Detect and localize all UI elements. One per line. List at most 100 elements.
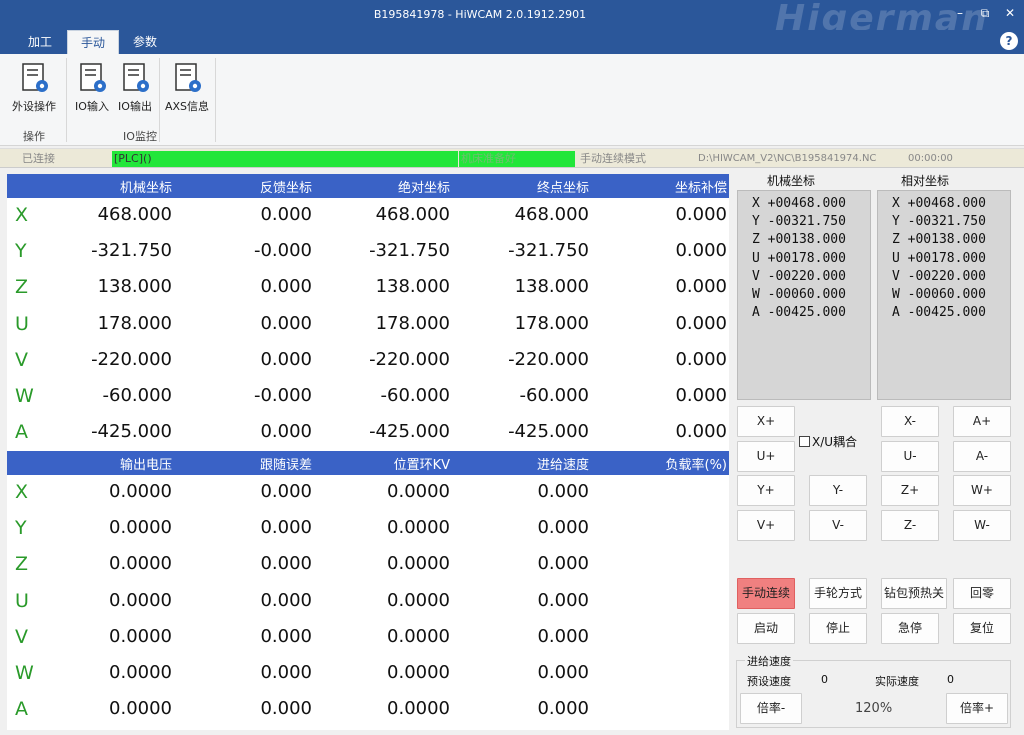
cell-value: -60.000	[519, 385, 589, 406]
file-path: D:\HIWCAM_V2\NC\B195841974.NC	[698, 153, 877, 164]
handwheel-button[interactable]: 手轮方式	[809, 578, 867, 609]
axs-info-label: AXS信息	[164, 100, 210, 113]
cell-value: 468.000	[514, 204, 589, 225]
axis-label: U	[15, 589, 29, 612]
device-ops-button[interactable]: 外设操作	[6, 60, 62, 120]
start-button[interactable]: 启动	[737, 613, 795, 644]
cell-value: 138.000	[514, 276, 589, 298]
jog-w-minus-button[interactable]: W-	[953, 510, 1011, 541]
servo-row: W 0.0000 0.000 0.0000 0.000	[7, 656, 729, 692]
servo-row: Y 0.0000 0.000 0.0000 0.000	[7, 511, 729, 547]
feed-speed-title: 进给速度	[745, 653, 793, 669]
cell-value: -60.000	[380, 385, 450, 406]
jog-a-minus-button[interactable]: A-	[953, 441, 1011, 472]
axs-info-button[interactable]: AXS信息	[163, 60, 211, 120]
header-machine-coord: 机械坐标	[119, 181, 172, 196]
relative-coord-line: X +00468.000	[892, 196, 986, 211]
tab-machining[interactable]: 加工	[15, 30, 65, 54]
jog-u-plus-button[interactable]: U+	[737, 441, 795, 472]
axis-label: V	[15, 625, 28, 648]
header-following-error: 跟随误差	[259, 458, 312, 473]
cell-value: 0.000	[260, 589, 312, 611]
minimize-button[interactable]: –	[950, 4, 970, 22]
ribbon-separator	[66, 58, 67, 142]
restore-button[interactable]: ⧉	[975, 4, 995, 22]
actual-speed-value: 0	[947, 673, 954, 686]
tab-parameters[interactable]: 参数	[120, 30, 170, 54]
cell-value: -0.000	[253, 240, 312, 262]
rate-plus-button[interactable]: 倍率+	[946, 693, 1008, 724]
cell-value: 0.0000	[109, 625, 172, 647]
jog-w-plus-button[interactable]: W+	[953, 475, 1011, 506]
ribbon-group-operate: 操作	[23, 130, 45, 143]
cell-value: 0.000	[260, 421, 312, 443]
relative-coord-line: Z +00138.000	[892, 232, 986, 248]
cell-value: -0.000	[253, 385, 312, 406]
relative-coord-line: Y -00321.750	[892, 214, 986, 230]
jog-z-minus-button[interactable]: Z-	[881, 510, 939, 541]
servo-row: Z 0.0000 0.000 0.0000 0.000	[7, 547, 729, 583]
xu-couple-label: X/U耦合	[812, 435, 858, 449]
io-input-label: IO输入	[75, 100, 109, 113]
cell-value: 178.000	[375, 312, 450, 334]
cell-value: 0.0000	[109, 662, 172, 683]
jog-u-minus-button[interactable]: U-	[881, 441, 939, 472]
ribbon-group-io-monitor: IO监控	[123, 130, 157, 143]
rate-value: 120%	[855, 701, 893, 716]
axis-label: Y	[15, 517, 27, 540]
machine-coord-line: W -00060.000	[752, 286, 846, 302]
axis-label: Y	[15, 240, 27, 263]
cell-value: -220.000	[91, 348, 172, 370]
io-input-button[interactable]: IO输入	[72, 60, 112, 120]
jog-v-minus-button[interactable]: V-	[809, 510, 867, 541]
drill-preheat-button[interactable]: 钻包预热关	[881, 578, 947, 609]
cell-value: 0.000	[260, 348, 312, 370]
xu-couple-checkbox[interactable]: X/U耦合	[799, 433, 857, 450]
servo-row: A 0.0000 0.000 0.0000 0.000	[7, 692, 729, 728]
estop-button[interactable]: 急停	[881, 613, 939, 644]
servo-row: V 0.0000 0.000 0.0000 0.000	[7, 620, 729, 656]
home-button[interactable]: 回零	[953, 578, 1011, 609]
jog-y-minus-button[interactable]: Y-	[809, 475, 867, 506]
relative-coords-title: 相对坐标	[901, 174, 950, 188]
preset-speed-label: 预设速度	[747, 675, 791, 688]
cell-value: -220.000	[369, 348, 450, 370]
cell-value: -60.000	[102, 385, 172, 406]
header-output-voltage: 输出电压	[119, 458, 172, 473]
machine-coord-line: X +00468.000	[752, 196, 846, 211]
tab-manual[interactable]: 手动	[67, 30, 119, 54]
rate-minus-button[interactable]: 倍率-	[740, 693, 802, 724]
jog-y-plus-button[interactable]: Y+	[737, 475, 795, 506]
jog-a-plus-button[interactable]: A+	[953, 406, 1011, 437]
cell-value: -321.750	[91, 240, 172, 262]
reset-button[interactable]: 复位	[953, 613, 1011, 644]
axis-data-panel: 机械坐标 反馈坐标 绝对坐标 终点坐标 坐标补偿 X 468.000 0.000 46…	[7, 174, 729, 730]
machine-coord-line: U +00178.000	[752, 250, 846, 266]
manual-continuous-button[interactable]: 手动连续	[737, 578, 795, 609]
cell-value: 0.000	[675, 348, 727, 370]
cell-value: 178.000	[97, 312, 172, 334]
header-end-coord: 终点坐标	[536, 181, 589, 196]
control-panel: 机械坐标 相对坐标 X +00468.000 Y -00321.750 Z +0…	[733, 170, 1019, 732]
jog-x-plus-button[interactable]: X+	[737, 406, 795, 437]
title-bar: B195841978 - HiWCAM 2.0.1912.2901 Higerm…	[0, 0, 1024, 39]
help-icon[interactable]: ?	[1000, 32, 1018, 50]
coords-row: Y -321.750 -0.000 -321.750 -321.750 0.000	[7, 234, 729, 270]
coords-row: Z 138.000 0.000 138.000 138.000 0.000	[7, 270, 729, 306]
cell-value: 0.0000	[109, 553, 172, 575]
axis-label: X	[15, 481, 29, 503]
header-feedback-coord: 反馈坐标	[259, 181, 312, 196]
stop-button[interactable]: 停止	[809, 613, 867, 644]
io-output-button[interactable]: IO输出	[114, 60, 156, 120]
cell-value: 0.000	[675, 421, 727, 443]
cell-value: -220.000	[508, 348, 589, 370]
jog-z-plus-button[interactable]: Z+	[881, 475, 939, 506]
cell-value: 0.000	[260, 625, 312, 647]
jog-v-plus-button[interactable]: V+	[737, 510, 795, 541]
close-button[interactable]: ✕	[1000, 4, 1020, 22]
cell-value: 0.000	[675, 385, 727, 406]
axis-label: Z	[15, 553, 29, 576]
jog-x-minus-button[interactable]: X-	[881, 406, 939, 437]
mode-status: 手动连续模式	[580, 152, 646, 165]
io-output-icon	[123, 63, 149, 92]
